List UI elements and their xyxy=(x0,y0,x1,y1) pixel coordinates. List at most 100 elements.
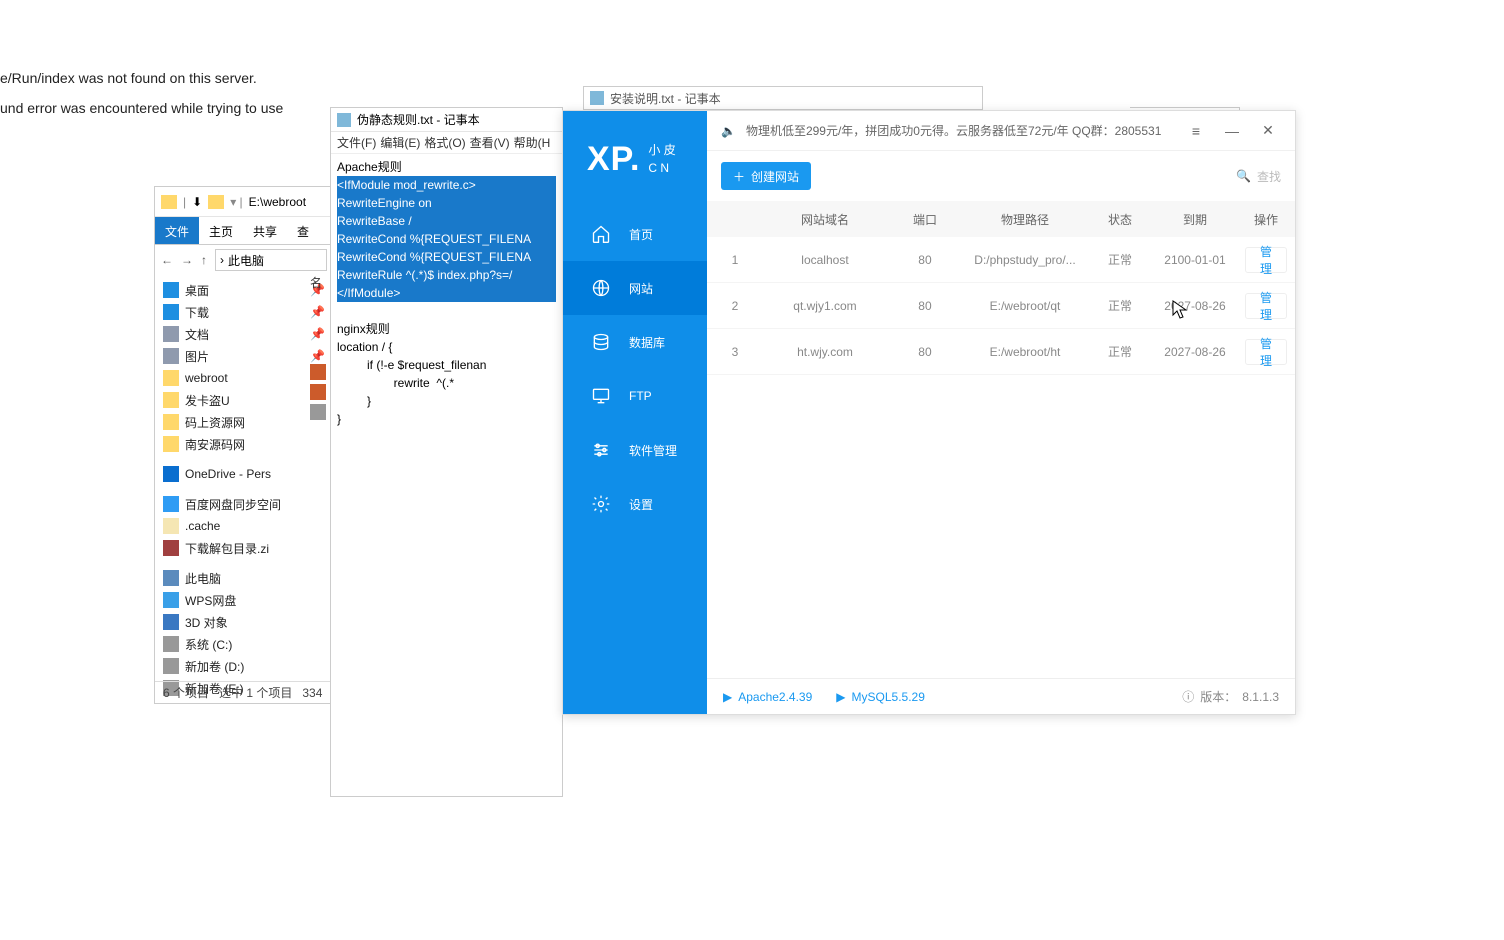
plus-icon: ＋ xyxy=(733,168,745,185)
tree-cache[interactable]: .cache xyxy=(155,515,333,537)
tree-baidu[interactable]: 百度网盘同步空间 xyxy=(155,493,333,515)
tree-faka[interactable]: 发卡盗U xyxy=(155,389,333,411)
menu-file[interactable]: 文件(F) xyxy=(337,134,376,151)
nav-setting[interactable]: 设置 xyxy=(563,477,707,531)
notepad-window: 伪静态规则.txt - 记事本 文件(F) 编辑(E) 格式(O) 查看(V) … xyxy=(330,107,563,797)
notepad-icon xyxy=(590,91,604,105)
tree-document[interactable]: 文档📌 xyxy=(155,323,333,345)
tab-view[interactable]: 查 xyxy=(287,217,319,244)
tree-nanan[interactable]: 南安源码网 xyxy=(155,433,333,455)
nav-home[interactable]: 首页 xyxy=(563,207,707,261)
tree-onedrive[interactable]: OneDrive - Pers xyxy=(155,463,333,485)
th-domain[interactable]: 网站域名 xyxy=(755,211,895,228)
picture-icon xyxy=(163,348,179,364)
text-line-selected: RewriteRule ^(.*)$ index.php?s=/ xyxy=(337,266,556,284)
tab-share[interactable]: 共享 xyxy=(243,217,287,244)
td-domain: localhost xyxy=(755,253,895,267)
tree-drive-d[interactable]: 新加卷 (D:) xyxy=(155,655,333,677)
apache-status[interactable]: ▶ Apache2.4.39 xyxy=(723,690,812,704)
notepad-icon xyxy=(337,113,351,127)
folder-icon xyxy=(163,414,179,430)
table-row[interactable]: 3ht.wjy.com80E:/webroot/ht正常2027-08-26管理 xyxy=(707,329,1295,375)
explorer-titlebar[interactable]: | ⬇ ▾ | E:\webroot xyxy=(155,187,333,217)
monitor-icon xyxy=(591,386,611,406)
bg-error-2: und error was encountered while trying t… xyxy=(0,100,283,116)
td-status: 正常 xyxy=(1095,343,1145,360)
text-line xyxy=(337,302,556,320)
nav-soft[interactable]: 软件管理 xyxy=(563,423,707,477)
address-text: 此电脑 xyxy=(228,252,264,269)
address-input[interactable]: › 此电脑 xyxy=(215,249,327,271)
th-op[interactable]: 操作 xyxy=(1245,211,1287,228)
tree-sys[interactable]: 系统 (C:) xyxy=(155,633,333,655)
text-line-selected: RewriteEngine on xyxy=(337,194,556,212)
text-line: Apache规则 xyxy=(337,158,556,176)
tab-file[interactable]: 文件 xyxy=(155,217,199,244)
text-line: location / { xyxy=(337,338,556,356)
text-line-selected: <IfModule mod_rewrite.c> xyxy=(337,176,556,194)
minimize-button[interactable]: — xyxy=(1219,118,1245,144)
tree-desktop[interactable]: 桌面📌 xyxy=(155,279,333,301)
td-expire: 2027-08-26 xyxy=(1145,299,1245,313)
tree-mashang[interactable]: 码上资源网 xyxy=(155,411,333,433)
nav-back-icon[interactable]: ← xyxy=(161,253,173,267)
mysql-status[interactable]: ▶ MySQL5.5.29 xyxy=(836,690,925,704)
nav-ftp[interactable]: FTP xyxy=(563,369,707,423)
xp-footer: ▶ Apache2.4.39 ▶ MySQL5.5.29 ⓘ 版本：8.1.1.… xyxy=(707,678,1295,714)
table-row[interactable]: 1localhost80D:/phpstudy_pro/...正常2100-01… xyxy=(707,237,1295,283)
menu-edit[interactable]: 编辑(E) xyxy=(380,134,420,151)
manage-button[interactable]: 管理 xyxy=(1245,247,1287,273)
tree-download[interactable]: 下载📌 xyxy=(155,301,333,323)
td-idx: 2 xyxy=(715,299,755,313)
th-port[interactable]: 端口 xyxy=(895,211,955,228)
manage-button[interactable]: 管理 xyxy=(1245,339,1287,365)
gear-icon xyxy=(591,494,611,514)
col-header-name[interactable]: 名 xyxy=(310,274,330,294)
folder-icon xyxy=(163,518,179,534)
xp-sidebar: XP. 小 皮C N 首页 网站 数据库 FTP 软件管理 xyxy=(563,111,707,714)
search-box[interactable]: 🔍 查找 xyxy=(1236,168,1281,185)
menu-format[interactable]: 格式(O) xyxy=(424,134,465,151)
nav-db[interactable]: 数据库 xyxy=(563,315,707,369)
folder-icon xyxy=(163,436,179,452)
th-path[interactable]: 物理路径 xyxy=(955,211,1095,228)
td-port: 80 xyxy=(895,345,955,359)
td-domain: qt.wjy1.com xyxy=(755,299,895,313)
explorer-title-text: E:\webroot xyxy=(249,195,306,209)
create-site-button[interactable]: ＋ 创建网站 xyxy=(721,162,811,190)
th-expire[interactable]: 到期 xyxy=(1145,211,1245,228)
td-idx: 1 xyxy=(715,253,755,267)
menu-button[interactable]: ≡ xyxy=(1183,118,1209,144)
td-port: 80 xyxy=(895,299,955,313)
tree-wps[interactable]: WPS网盘 xyxy=(155,589,333,611)
tree-webroot[interactable]: webroot xyxy=(155,367,333,389)
table-row[interactable]: 2qt.wjy1.com80E:/webroot/qt正常2027-08-26管… xyxy=(707,283,1295,329)
explorer-ribbon-tabs: 文件 主页 共享 查 xyxy=(155,217,333,245)
nav-up-icon[interactable]: ↑ xyxy=(201,253,207,267)
file-icon[interactable] xyxy=(310,404,326,420)
menu-view[interactable]: 查看(V) xyxy=(470,134,510,151)
tree-zip[interactable]: 下载解包目录.zi xyxy=(155,537,333,559)
tab-home[interactable]: 主页 xyxy=(199,217,243,244)
onedrive-icon xyxy=(163,466,179,482)
th-status[interactable]: 状态 xyxy=(1095,211,1145,228)
text-line-selected: RewriteCond %{REQUEST_FILENA xyxy=(337,230,556,248)
tree-3d[interactable]: 3D 对象 xyxy=(155,611,333,633)
text-line-selected: RewriteCond %{REQUEST_FILENA xyxy=(337,248,556,266)
folder-icon xyxy=(208,195,224,209)
file-icon[interactable] xyxy=(310,364,326,380)
file-icon[interactable] xyxy=(310,384,326,400)
close-button[interactable]: ✕ xyxy=(1255,118,1281,144)
menu-help[interactable]: 帮助(H xyxy=(514,134,551,151)
nav-fwd-icon[interactable]: → xyxy=(181,253,193,267)
tree-picture[interactable]: 图片📌 xyxy=(155,345,333,367)
nav-site[interactable]: 网站 xyxy=(563,261,707,315)
status-size: 334 xyxy=(302,686,322,700)
tree-thispc[interactable]: 此电脑 xyxy=(155,567,333,589)
td-port: 80 xyxy=(895,253,955,267)
notepad-titlebar[interactable]: 伪静态规则.txt - 记事本 xyxy=(331,108,562,132)
td-domain: ht.wjy.com xyxy=(755,345,895,359)
manage-button[interactable]: 管理 xyxy=(1245,293,1287,319)
notepad-title: 伪静态规则.txt - 记事本 xyxy=(357,111,480,128)
notepad-text-area[interactable]: Apache规则 <IfModule mod_rewrite.c> Rewrit… xyxy=(331,154,562,432)
